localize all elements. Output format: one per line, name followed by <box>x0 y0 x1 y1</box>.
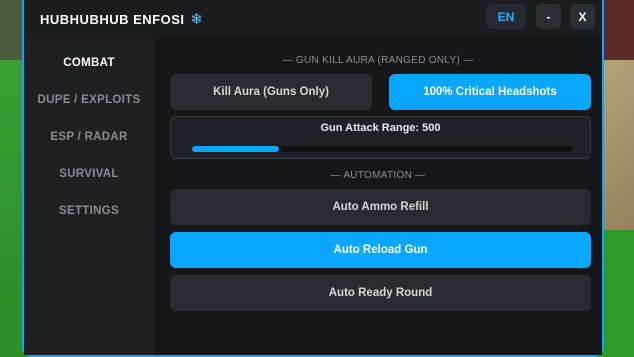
auto-ammo-refill-toggle[interactable]: Auto Ammo Refill <box>170 189 591 225</box>
auto-reload-gun-toggle[interactable]: Auto Reload Gun <box>170 232 591 268</box>
slider-fill <box>192 146 280 152</box>
gun-attack-range-label: Gun Attack Range: 500 <box>320 122 441 134</box>
critical-headshots-toggle[interactable]: 100% Critical Headshots <box>389 74 591 110</box>
kill-aura-toggle[interactable]: Kill Aura (Guns Only) <box>170 74 372 110</box>
title-bar[interactable]: HUBHUBHUB ENFOSI ❄ EN - X <box>24 0 602 36</box>
language-button[interactable]: EN <box>486 4 526 29</box>
window-title-text: HUBHUBHUB ENFOSI <box>40 11 185 27</box>
sidebar-item-settings[interactable]: SETTINGS <box>24 205 154 217</box>
sidebar-item-dupe-exploits[interactable]: DUPE / EXPLOITS <box>24 94 154 106</box>
snowflake-icon: ❄ <box>190 11 204 28</box>
window-title: HUBHUBHUB ENFOSI ❄ <box>40 10 204 28</box>
sidebar-item-esp-radar[interactable]: ESP / RADAR <box>24 131 154 143</box>
sidebar: COMBAT DUPE / EXPLOITS ESP / RADAR SURVI… <box>24 36 154 355</box>
background-grass-right <box>600 230 634 357</box>
auto-ready-round-toggle[interactable]: Auto Ready Round <box>170 275 591 311</box>
sidebar-item-survival[interactable]: SURVIVAL <box>24 168 154 180</box>
minimize-button[interactable]: - <box>536 4 561 29</box>
combat-panel: — GUN KILL AURA (RANGED ONLY) — Kill Aur… <box>154 36 602 355</box>
script-hub-window: HUBHUBHUB ENFOSI ❄ EN - X COMBAT DUPE / … <box>22 0 604 357</box>
section-header-automation: — AUTOMATION — <box>330 170 426 181</box>
sidebar-item-combat[interactable]: COMBAT <box>24 57 154 69</box>
slider-track[interactable] <box>192 146 572 152</box>
close-button[interactable]: X <box>570 4 595 29</box>
gun-attack-range-slider[interactable]: Gun Attack Range: 500 <box>170 116 591 159</box>
background-post <box>0 0 22 60</box>
section-header-gun-kill-aura: — GUN KILL AURA (RANGED ONLY) — <box>282 55 474 66</box>
